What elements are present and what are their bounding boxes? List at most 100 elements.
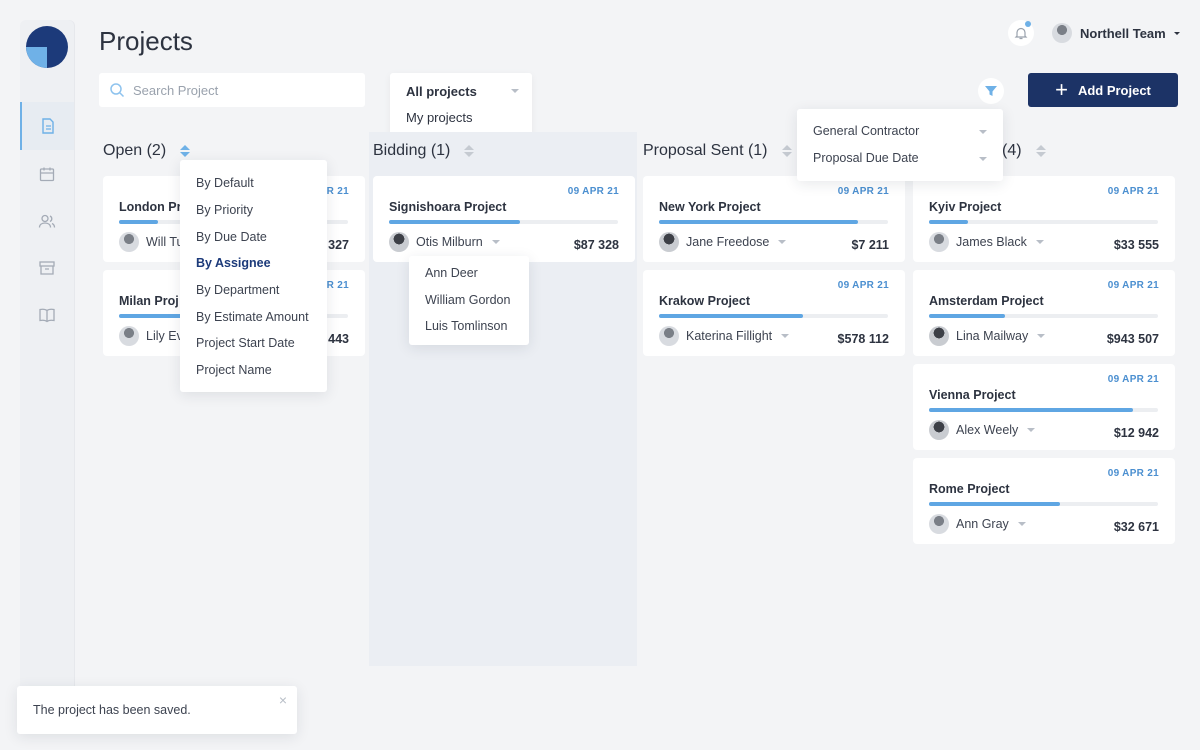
toast-message: The project has been saved. [33, 703, 191, 717]
assignee-name: Otis Milburn [416, 235, 483, 249]
sort-option[interactable]: Project Start Date [196, 336, 295, 350]
column-title: (4) [1002, 142, 1022, 159]
search-input[interactable] [133, 82, 353, 98]
calendar-icon [39, 167, 55, 182]
sort-toggle-icon[interactable] [180, 145, 191, 157]
card-assignee[interactable]: Katerina Fillight [659, 326, 790, 346]
page-title: Projects [99, 26, 193, 56]
card-assignee[interactable]: Alex Weely [929, 420, 1036, 440]
project-card[interactable]: 09 APR 21 New York Project Jane Freedose… [643, 176, 905, 262]
sort-toggle-icon[interactable] [1035, 145, 1046, 157]
card-date: 09 APR 21 [837, 280, 889, 291]
card-assignee[interactable]: Ann Gray [929, 514, 1026, 534]
card-amount: $12 942 [1113, 426, 1159, 440]
card-project-name: Krakow Project [659, 294, 751, 308]
card-assignee[interactable]: Lina Mailway [929, 326, 1046, 346]
assignee-option[interactable]: Ann Deer [425, 266, 478, 280]
card-amount: $943 507 [1106, 332, 1159, 346]
chevron-down-icon [1037, 334, 1046, 338]
sidebar-item-docs[interactable] [20, 291, 74, 339]
assignee-option[interactable]: Luis Tomlinson [425, 319, 507, 333]
project-card[interactable]: 09 APR 21 Krakow Project Katerina Fillig… [643, 270, 905, 356]
sort-option[interactable]: By Estimate Amount [196, 310, 309, 324]
notifications-button[interactable] [1008, 20, 1034, 46]
card-assignee[interactable]: Otis Milburn [389, 232, 500, 252]
project-card[interactable]: 09 APR 21 Vienna Project Alex Weely $12 … [913, 364, 1175, 450]
sidebar [20, 20, 74, 720]
project-card[interactable]: 09 APR 21 Kyiv Project James Black $33 5… [913, 176, 1175, 262]
card-project-name: Vienna Project [929, 388, 1016, 402]
chevron-down-icon [1017, 522, 1026, 526]
card-date: 09 APR 21 [1107, 280, 1159, 291]
plus-icon: + [1055, 77, 1068, 102]
card-date: 09 APR 21 [1107, 186, 1159, 197]
search-box[interactable] [99, 73, 365, 107]
assignee-name: Jane Freedose [686, 235, 770, 249]
card-assignee[interactable]: James Black [929, 232, 1044, 252]
column-title: Bidding (1) [373, 142, 451, 159]
sort-option[interactable]: By Priority [196, 203, 253, 217]
card-amount: $87 328 [573, 238, 619, 252]
bell-icon [1014, 27, 1028, 40]
card-assignee[interactable]: Jane Freedose [659, 232, 787, 252]
sidebar-item-team[interactable] [20, 197, 74, 245]
column-bidding: Bidding (1) 09 APR 21 Signishoara Projec… [369, 132, 637, 666]
project-card[interactable]: 09 APR 21 Amsterdam Project Lina Mailway… [913, 270, 1175, 356]
team-menu[interactable]: Northell Team [1052, 20, 1180, 46]
team-avatar [1052, 23, 1072, 43]
sort-toggle-icon[interactable] [464, 145, 475, 157]
assignee-name: James Black [956, 235, 1027, 249]
column-title: Open (2) [103, 142, 167, 159]
project-card[interactable]: 09 APR 21 Signishoara Project Otis Milbu… [373, 176, 635, 262]
chevron-down-icon [491, 240, 500, 244]
close-icon[interactable]: × [279, 692, 287, 708]
card-project-name: Kyiv Project [929, 200, 1002, 214]
card-progress-bar [659, 220, 888, 224]
filter-option[interactable]: General Contractor [813, 124, 919, 138]
avatar [929, 232, 949, 252]
sidebar-item-documents[interactable] [20, 102, 74, 150]
project-card[interactable]: 09 APR 21 Rome Project Ann Gray $32 671 [913, 458, 1175, 544]
project-scope-option-mine[interactable]: My projects [406, 110, 472, 125]
sort-toggle-icon[interactable] [781, 145, 792, 157]
sort-option[interactable]: Project Name [196, 363, 272, 377]
column-title: Proposal Sent (1) [643, 142, 768, 159]
column-header: (4) [1002, 142, 1046, 160]
sort-option[interactable]: By Due Date [196, 230, 267, 244]
assignee-name: Will Tu [146, 235, 184, 249]
project-scope-option-all[interactable]: All projects [406, 84, 477, 99]
assignee-menu: Ann Deer William Gordon Luis Tomlinson [409, 256, 529, 345]
card-assignee[interactable]: Lily Ev [119, 326, 183, 346]
card-date: 09 APR 21 [567, 186, 619, 197]
card-amount: 327 [328, 238, 349, 252]
card-assignee[interactable]: Will Tu [119, 232, 184, 252]
sort-option[interactable]: By Department [196, 283, 279, 297]
chevron-down-icon [979, 157, 987, 161]
card-project-name: Rome Project [929, 482, 1010, 496]
card-project-name: Amsterdam Project [929, 294, 1044, 308]
filter-option[interactable]: Proposal Due Date [813, 151, 919, 165]
assignee-name: Katerina Fillight [686, 329, 773, 343]
project-scope-dropdown[interactable]: All projects My projects [390, 73, 532, 137]
sort-option[interactable]: By Default [196, 176, 254, 190]
filter-icon [985, 86, 997, 96]
archive-icon [39, 261, 55, 275]
sidebar-item-calendar[interactable] [20, 150, 74, 198]
app-logo[interactable] [26, 26, 68, 68]
assignee-option[interactable]: William Gordon [425, 293, 510, 307]
column-proposal-sent: Proposal Sent (1) 09 APR 21 New York Pro… [639, 132, 907, 666]
card-project-name: Milan Proj [119, 294, 179, 308]
card-amount: $7 211 [851, 238, 889, 252]
card-progress-bar [659, 314, 888, 318]
assignee-name: Lina Mailway [956, 329, 1029, 343]
card-progress-bar [929, 314, 1158, 318]
card-project-name: London Pr [119, 200, 182, 214]
add-project-label: Add Project [1077, 82, 1151, 98]
search-icon [110, 83, 125, 98]
avatar [119, 232, 139, 252]
filter-button[interactable] [978, 78, 1004, 104]
card-progress-bar [389, 220, 618, 224]
sort-option-selected[interactable]: By Assignee [196, 256, 271, 270]
add-project-button[interactable]: + Add Project [1028, 73, 1178, 107]
sidebar-item-archive[interactable] [20, 244, 74, 292]
